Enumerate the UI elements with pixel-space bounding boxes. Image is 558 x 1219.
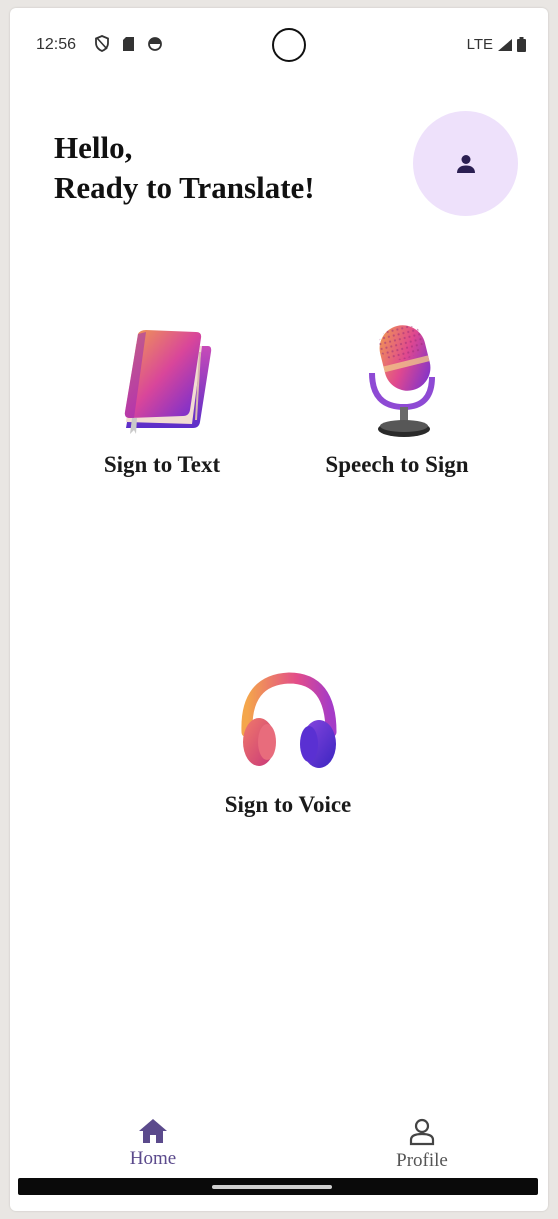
nav-home-label: Home bbox=[129, 1148, 177, 1169]
nav-home[interactable]: Home bbox=[103, 1118, 203, 1170]
status-bar: 12:56 LTE bbox=[10, 8, 548, 84]
signal-icon bbox=[498, 38, 512, 51]
profile-avatar-button[interactable] bbox=[413, 111, 518, 216]
camera-cutout bbox=[272, 28, 306, 62]
home-icon bbox=[139, 1119, 167, 1143]
gesture-navigation-bar bbox=[18, 1178, 538, 1195]
sd-card-icon bbox=[123, 36, 134, 51]
sign-to-voice-label: Sign to Voice bbox=[224, 792, 352, 817]
app-screen: 12:56 LTE Hello, Ready to Translate! Sig… bbox=[10, 8, 548, 1211]
speech-to-sign-card[interactable]: Speech to Sign bbox=[302, 318, 492, 478]
battery-icon bbox=[517, 37, 526, 52]
book-icon bbox=[124, 330, 212, 434]
headphones-icon-wrap bbox=[233, 658, 343, 786]
greeting-heading: Hello, Ready to Translate! bbox=[54, 128, 315, 208]
sign-to-text-label: Sign to Text bbox=[103, 452, 221, 477]
shield-icon bbox=[95, 35, 109, 52]
book-icon-wrap bbox=[104, 318, 220, 446]
greeting-line-1: Hello, bbox=[54, 130, 133, 165]
network-type: LTE bbox=[466, 36, 493, 53]
microphone-icon bbox=[369, 325, 435, 437]
speech-to-sign-label: Speech to Sign bbox=[325, 452, 469, 477]
nav-profile[interactable]: Profile bbox=[372, 1118, 472, 1172]
status-notification-icons bbox=[94, 35, 163, 52]
sign-to-text-card[interactable]: Sign to Text bbox=[82, 318, 242, 478]
person-outline-icon bbox=[409, 1118, 435, 1146]
headphones-icon bbox=[241, 672, 337, 768]
status-right: LTE bbox=[467, 36, 526, 53]
status-time: 12:56 bbox=[36, 36, 77, 53]
greeting-line-2: Ready to Translate! bbox=[54, 170, 315, 205]
sign-to-voice-card[interactable]: Sign to Voice bbox=[200, 658, 376, 818]
microphone-icon-wrap bbox=[342, 318, 452, 446]
bottom-navigation: Home Profile bbox=[10, 1108, 548, 1180]
person-icon bbox=[456, 154, 475, 173]
data-saver-icon bbox=[148, 36, 162, 51]
home-gesture-handle[interactable] bbox=[212, 1185, 332, 1189]
nav-profile-label: Profile bbox=[396, 1150, 448, 1171]
